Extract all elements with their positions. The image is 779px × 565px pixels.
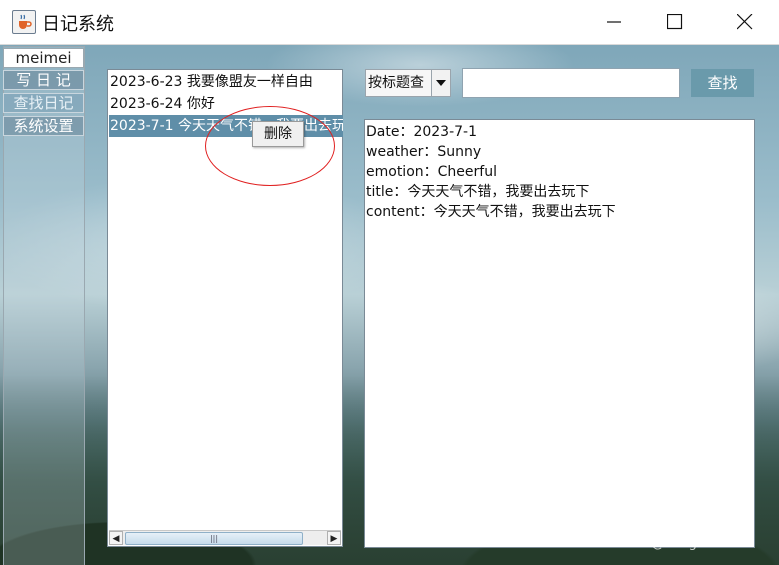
scroll-thumb[interactable]: ||| (125, 532, 303, 545)
delete-menu-item[interactable]: 删除 (252, 121, 304, 147)
horizontal-scrollbar[interactable]: ◀ ||| ▶ (109, 530, 341, 545)
minimize-button[interactable] (585, 0, 645, 44)
maximize-button[interactable] (645, 0, 705, 44)
sidebar-user-label: meimei (3, 48, 84, 68)
dropdown-arrow-button[interactable] (431, 70, 450, 96)
list-item[interactable]: 2023-6-24 你好 (109, 93, 343, 115)
search-mode-select[interactable]: 按标题查 (365, 69, 451, 97)
detail-content: content：今天天气不错，我要出去玩下 (366, 204, 616, 220)
window-title: 日记系统 (42, 14, 114, 35)
maximize-icon (667, 14, 683, 30)
title-bar: 日记系统 (0, 0, 779, 45)
detail-weather: weather：Sunny (366, 144, 482, 160)
scroll-right-icon[interactable]: ▶ (327, 531, 341, 545)
search-button[interactable]: 查找 (691, 69, 754, 97)
list-item[interactable]: 2023-6-23 我要像盟友一样自由 (109, 71, 343, 93)
detail-emotion: emotion：Cheerful (366, 164, 497, 180)
minimize-icon (607, 21, 621, 23)
main-content: meimei 写 日 记 查找日记 系统设置 2023-6-23 我要像盟友一样… (0, 45, 779, 565)
chevron-down-icon (436, 80, 446, 86)
sidebar-item-write-diary[interactable]: 写 日 记 (3, 70, 84, 90)
close-button[interactable] (715, 0, 775, 44)
search-input[interactable] (462, 68, 680, 98)
close-icon (737, 14, 753, 30)
sidebar-item-settings[interactable]: 系统设置 (3, 116, 84, 136)
search-mode-value: 按标题查 (368, 75, 424, 91)
detail-date: Date：2023-7-1 (366, 124, 478, 140)
watermark: CSDN @bangxiecode (610, 536, 748, 551)
java-cup-icon (12, 10, 36, 34)
detail-title: title：今天天气不错，我要出去玩下 (366, 184, 590, 200)
scroll-left-icon[interactable]: ◀ (109, 531, 123, 545)
diary-detail: Date：2023-7-1 weather：Sunny emotion：Chee… (364, 119, 755, 548)
sidebar-item-search-diary[interactable]: 查找日记 (3, 93, 84, 113)
